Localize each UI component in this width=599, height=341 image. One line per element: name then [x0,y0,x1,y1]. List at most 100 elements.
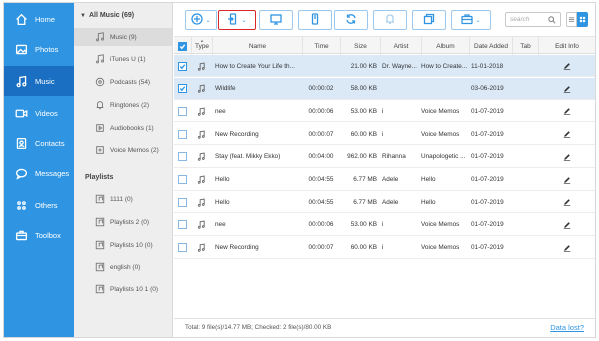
table-row[interactable]: Stay (feat. Mikky Ekko) 00:04:00 962.00 KB… [174,146,595,168]
select-all-cell[interactable] [174,37,191,55]
select-all-checkbox[interactable] [178,41,187,51]
column-artist[interactable]: Artist [380,37,421,55]
row-time: 00:00:06 [308,221,334,229]
refresh-icon [345,13,357,27]
nav-messages[interactable]: Messages [4,158,74,188]
nav-home[interactable]: Home [4,4,74,34]
edit-info-icon[interactable] [538,214,595,236]
edit-info-icon[interactable] [538,123,595,145]
row-checkbox-cell [174,100,191,122]
duplicate-button[interactable] [412,10,446,30]
bell-icon [94,100,105,111]
row-time: 00:00:07 [308,244,334,252]
transfer-to-device-button[interactable]: ⌄ [218,10,256,30]
row-checkbox[interactable] [178,152,187,162]
grid-view-icon [579,16,586,23]
nav-toolbox[interactable]: Toolbox [4,220,74,250]
music-note-icon [94,32,105,43]
row-size: 6.77 MB [353,198,377,206]
edit-info-icon[interactable] [538,55,595,77]
chevron-down-icon: ⌄ [475,17,481,24]
toolbox-button[interactable]: ⌄ [451,10,491,30]
transfer-to-pc-button[interactable] [259,10,293,30]
playlist-item[interactable]: Playlists 2 (0) [74,213,172,231]
row-checkbox[interactable] [178,106,187,116]
playlist-item[interactable]: Playlists 10 (0) [74,236,172,254]
row-checkbox-cell [174,214,191,236]
row-checkbox[interactable] [178,197,187,207]
edit-info-icon[interactable] [538,237,595,259]
category-podcasts[interactable]: Podcasts (54) [74,73,172,91]
row-checkbox[interactable] [178,175,187,184]
edit-info-icon[interactable] [538,78,595,100]
playlist-item[interactable]: Playlists 10 1 (0) [74,280,172,298]
nav-others[interactable]: Others [4,190,74,220]
column-time[interactable]: Time [302,37,340,55]
nav-videos-label: Videos [35,108,58,118]
table-row[interactable]: New Recording 00:00:07 60.00 KB i Voice Memo… [174,123,595,146]
category-ringtones[interactable]: Ringtones (2) [74,96,172,114]
nav-videos[interactable]: Videos [4,98,74,128]
export-to-device-button[interactable] [298,10,332,30]
row-checkbox[interactable] [178,220,187,230]
category-panel: ▼ All Music (69) Music (9) iTunes U (1) … [74,3,173,337]
table-row[interactable]: nee 00:00:06 53.00 KB i Voice Memos 01-07-201… [174,100,595,123]
caret-down-icon: ▼ [80,12,86,19]
nav-music[interactable]: Music [4,66,74,96]
edit-info-icon[interactable] [538,169,595,191]
messages-icon [10,167,32,180]
table-row[interactable]: Hello 00:04:55 6.77 MB Adele Hello 01-07-2019 [174,169,595,191]
table-row[interactable]: Wildlife 00:00:02 58.00 KB 03-06-2019 [174,77,595,100]
search-input[interactable]: search [505,12,561,27]
row-checkbox[interactable] [178,243,187,253]
edit-info-icon[interactable] [538,146,595,168]
add-button[interactable]: ⌄ [185,10,217,30]
data-lost-link[interactable]: Data lost? [550,323,584,332]
category-voice-memos[interactable]: Voice Memos (2) [74,141,172,159]
row-tab [512,55,538,77]
row-checkbox[interactable] [178,129,187,139]
category-audiobooks[interactable]: Audiobooks (1) [74,119,172,137]
list-view-button[interactable] [566,12,577,27]
grid-view-button[interactable] [577,12,588,27]
row-size: 6.77 MB [353,176,377,183]
nav-contacts[interactable]: Contacts [4,128,74,158]
row-time: 00:04:55 [308,176,334,183]
row-tab [512,191,538,213]
edit-info-icon[interactable] [538,100,595,122]
row-time: 00:00:07 [308,130,334,138]
category-podcasts-label: Podcasts (54) [110,78,151,86]
row-checkbox-cell [174,55,191,77]
edit-info-icon[interactable] [538,191,595,213]
row-name: nee [215,107,226,115]
row-name: How to Create Your Life th... [215,62,295,70]
row-size: 962.00 KB [347,153,377,161]
column-date-added[interactable]: Date Added [469,37,512,55]
nav-others-label: Others [35,200,58,210]
column-tab[interactable]: Tab [512,37,538,55]
row-date: 11-01-2018 [471,62,504,70]
column-album[interactable]: Album [421,37,469,55]
table-row[interactable]: Hello 00:04:55 6.77 MB Adele Hello 01-07-2019 [174,191,595,214]
category-music[interactable]: Music (9) [74,28,172,46]
status-bar: Total: 9 file(s)/14.77 MB; Checked: 2 fi… [174,318,595,337]
all-music-header[interactable]: ▼ All Music (69) [80,12,134,19]
column-type[interactable]: ▲ Type [191,37,212,55]
ringtone-button[interactable] [373,10,407,30]
playlist-item[interactable]: english (0) [74,258,172,276]
column-edit-info[interactable]: Edit Info [538,37,595,55]
playlist-item[interactable]: 1111 (0) [74,190,172,208]
column-name[interactable]: Name [212,37,302,55]
table-row[interactable]: nee 00:00:06 53.00 KB i Voice Memos 01-07-201… [174,214,595,236]
toolbox-icon [10,229,32,242]
row-checkbox[interactable] [178,84,187,94]
nav-photos[interactable]: Photos [4,34,74,64]
row-checkbox[interactable] [178,61,187,71]
table-row[interactable]: How to Create Your Life th... 21.00 KB Dr.… [174,55,595,77]
row-date: 01-07-2019 [471,176,504,183]
refresh-button[interactable] [334,10,368,30]
row-time [302,55,340,77]
table-row[interactable]: New Recording 00:00:07 60.00 KB i Voice Memo… [174,237,595,259]
category-itunes-u[interactable]: iTunes U (1) [74,50,172,68]
column-size[interactable]: Size [340,37,380,55]
